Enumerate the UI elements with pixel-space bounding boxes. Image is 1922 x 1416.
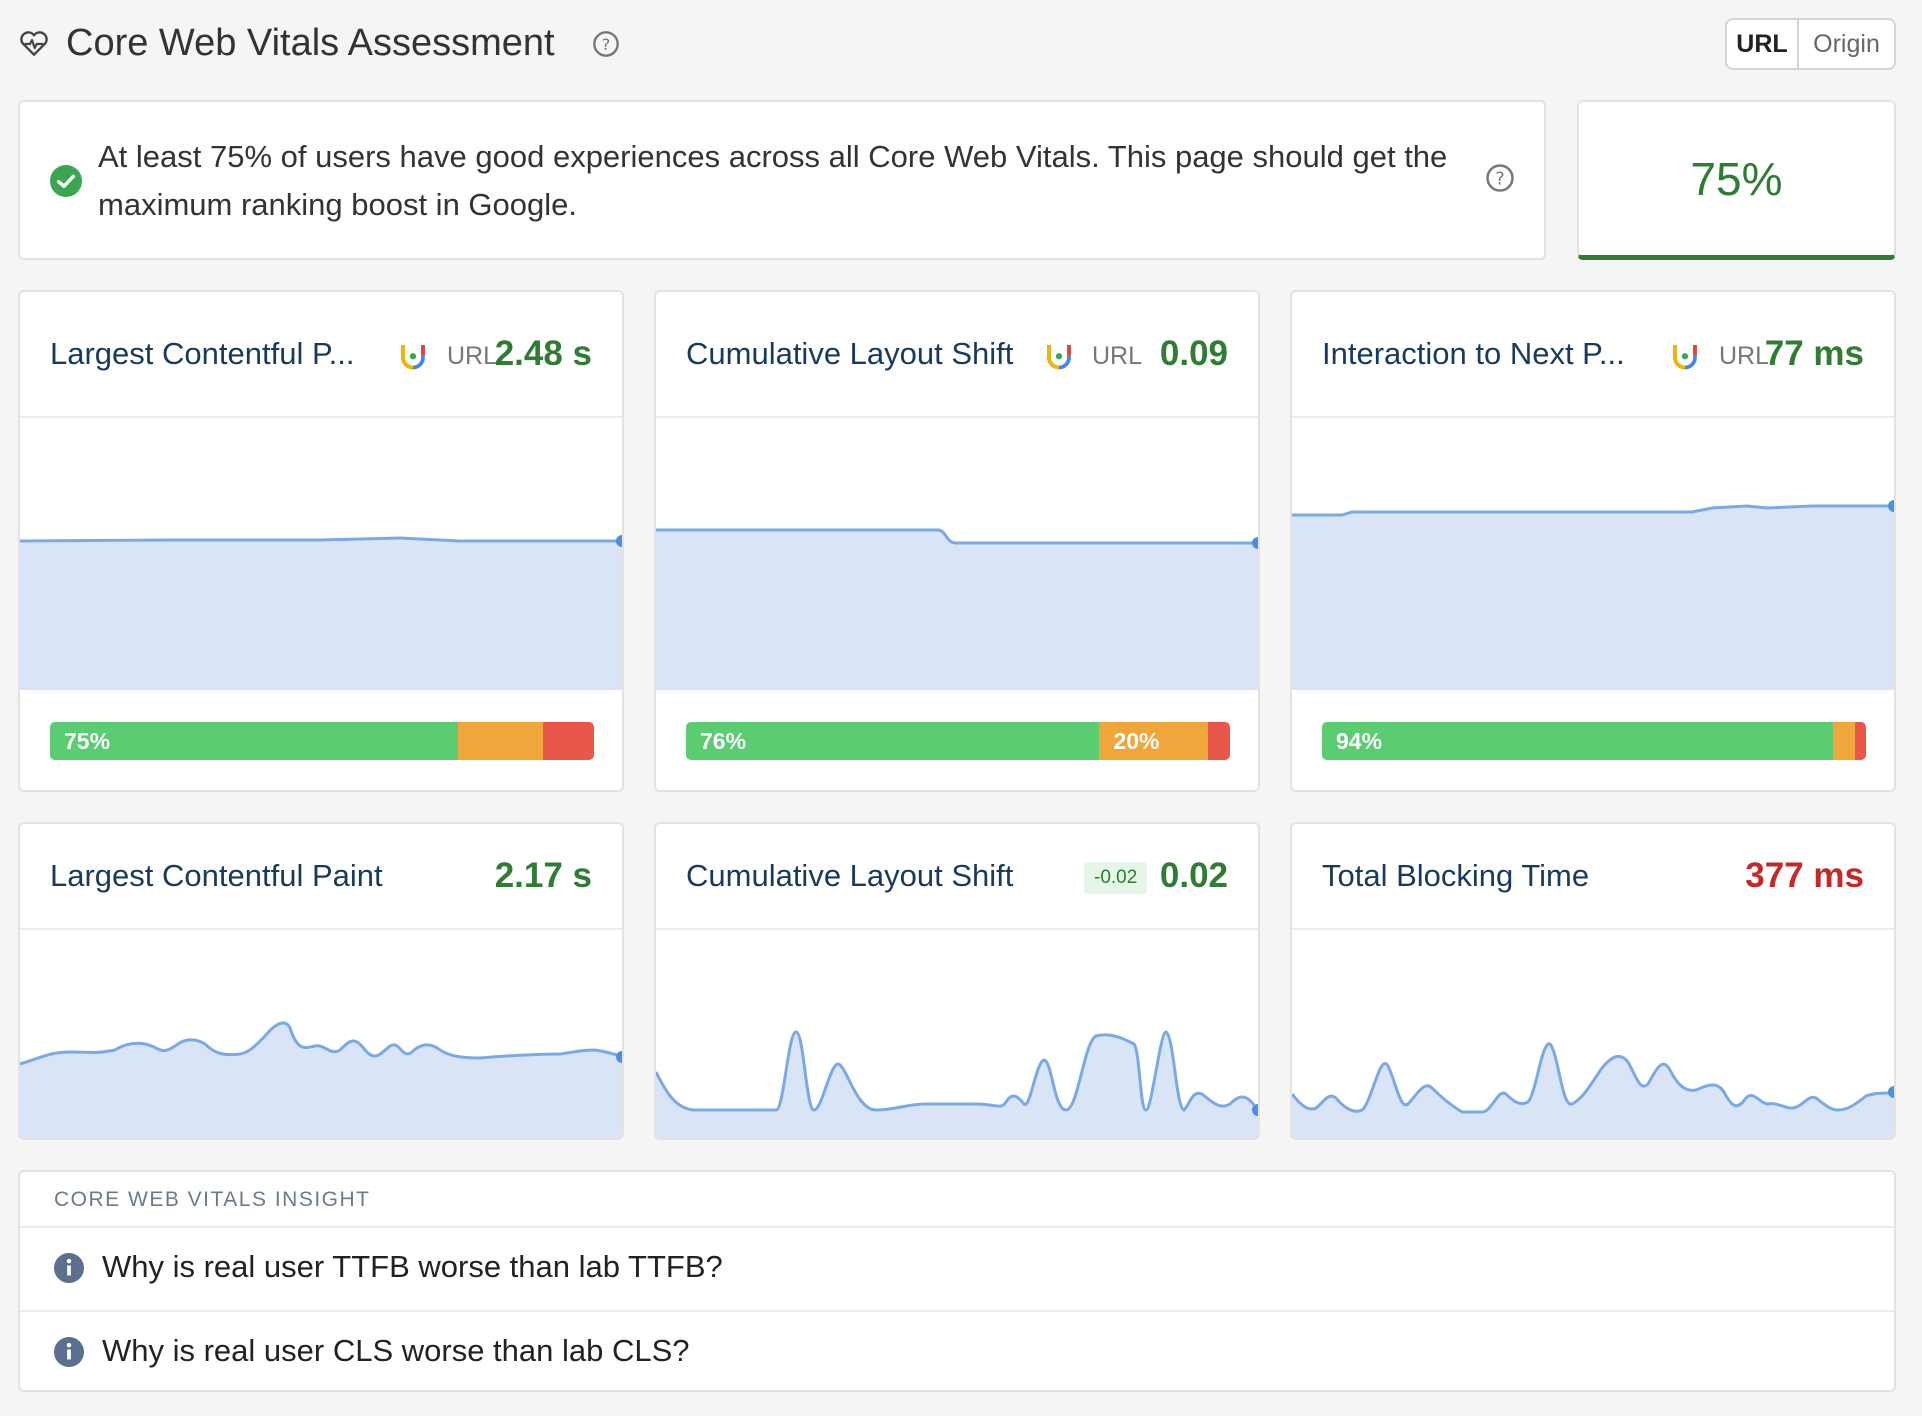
crux-logo-icon (1047, 345, 1071, 370)
metric-value: 2.17 s (494, 856, 592, 895)
metric-value: 0.09 (1159, 334, 1228, 373)
dist-poor (1855, 722, 1866, 760)
dist-needs-improvement: 20% (1099, 722, 1209, 760)
card-header: Largest Contentful P... URL 2.48 s (20, 292, 622, 418)
insight-item-text: Why is real user TTFB worse than lab TTF… (102, 1249, 723, 1284)
card-title: Largest Contentful Paint (50, 858, 383, 893)
distribution-bar: 76% 20% (686, 722, 1230, 760)
field-card-inp[interactable]: Interaction to Next P... URL 77 ms 94% (1290, 290, 1896, 792)
card-header: Cumulative Layout Shift URL 0.09 (656, 292, 1258, 418)
insight-panel: CORE WEB VITALS INSIGHT Why is real user… (18, 1170, 1896, 1392)
source-label: URL (1719, 342, 1770, 370)
assessment-score: 75% (1577, 100, 1896, 260)
field-card-cls[interactable]: Cumulative Layout Shift URL 0.09 76% 20% (654, 290, 1260, 792)
insight-label: CORE WEB VITALS INSIGHT (54, 1188, 371, 1211)
lab-card-tbt[interactable]: Total Blocking Time 377 ms (1290, 822, 1896, 1140)
dist-needs-improvement (1833, 722, 1856, 760)
toggle-origin[interactable]: Origin (1799, 20, 1894, 68)
lab-card-cls[interactable]: Cumulative Layout Shift -0.02 0.02 (654, 822, 1260, 1140)
lab-trend-chart (656, 1030, 1258, 1138)
insight-header: CORE WEB VITALS INSIGHT (20, 1172, 1894, 1228)
insight-item[interactable]: Why is real user CLS worse than lab CLS? (20, 1310, 1894, 1392)
url-origin-toggle: URL Origin (1725, 18, 1896, 70)
distribution-bar: 75% (50, 722, 594, 760)
card-header: Total Blocking Time 377 ms (1292, 824, 1894, 930)
card-header: Interaction to Next P... URL 77 ms (1292, 292, 1894, 418)
card-title: Total Blocking Time (1322, 858, 1590, 893)
svg-text:?: ? (1495, 169, 1504, 189)
toggle-url[interactable]: URL (1727, 20, 1799, 68)
svg-text:?: ? (602, 35, 611, 54)
heartbeat-icon (20, 31, 48, 56)
card-title: Interaction to Next P... (1322, 336, 1625, 371)
source-label: URL (1092, 342, 1143, 370)
metric-value: 77 ms (1764, 334, 1864, 373)
lab-trend-chart (20, 1021, 622, 1138)
dist-poor (1208, 722, 1230, 760)
help-icon[interactable]: ? (592, 30, 620, 58)
card-header: Largest Contentful Paint 2.17 s (20, 824, 622, 930)
crux-logo-icon (1673, 345, 1697, 370)
field-trend-chart (20, 535, 622, 690)
page-title: Core Web Vitals Assessment (66, 22, 555, 64)
check-circle-icon (50, 165, 82, 197)
dist-needs-improvement (458, 722, 544, 760)
lab-card-lcp[interactable]: Largest Contentful Paint 2.17 s (18, 822, 624, 1140)
help-icon[interactable]: ? (1485, 163, 1515, 193)
field-card-lcp[interactable]: Largest Contentful P... URL 2.48 s 75% (18, 290, 624, 792)
insight-item-text: Why is real user CLS worse than lab CLS? (102, 1333, 690, 1368)
source-label: URL (447, 342, 498, 370)
metric-value: 2.48 s (494, 334, 592, 373)
assessment-line-2: maximum ranking boost in Google. (98, 187, 578, 222)
crux-logo-icon (401, 345, 425, 370)
assessment-line-1: At least 75% of users have good experien… (98, 139, 1448, 174)
metric-value: 0.02 (1159, 856, 1228, 895)
delta-badge: -0.02 (1084, 862, 1148, 894)
field-trend-chart (1292, 500, 1894, 690)
card-title: Cumulative Layout Shift (686, 336, 1014, 371)
insight-item[interactable]: Why is real user TTFB worse than lab TTF… (20, 1228, 1894, 1310)
card-title: Largest Contentful P... (50, 336, 355, 371)
info-icon (54, 1337, 84, 1367)
dist-good: 75% (50, 722, 458, 760)
dist-good: 76% (686, 722, 1100, 760)
dist-good: 94% (1322, 722, 1834, 760)
card-header: Cumulative Layout Shift -0.02 0.02 (656, 824, 1258, 930)
metric-value: 377 ms (1745, 856, 1864, 895)
lab-trend-chart (1292, 1042, 1894, 1138)
card-title: Cumulative Layout Shift (686, 858, 1014, 893)
assessment-message: At least 75% of users have good experien… (98, 133, 1488, 229)
info-icon (54, 1253, 84, 1283)
dist-poor (543, 722, 594, 760)
field-trend-chart (656, 528, 1258, 690)
distribution-bar: 94% (1322, 722, 1866, 760)
